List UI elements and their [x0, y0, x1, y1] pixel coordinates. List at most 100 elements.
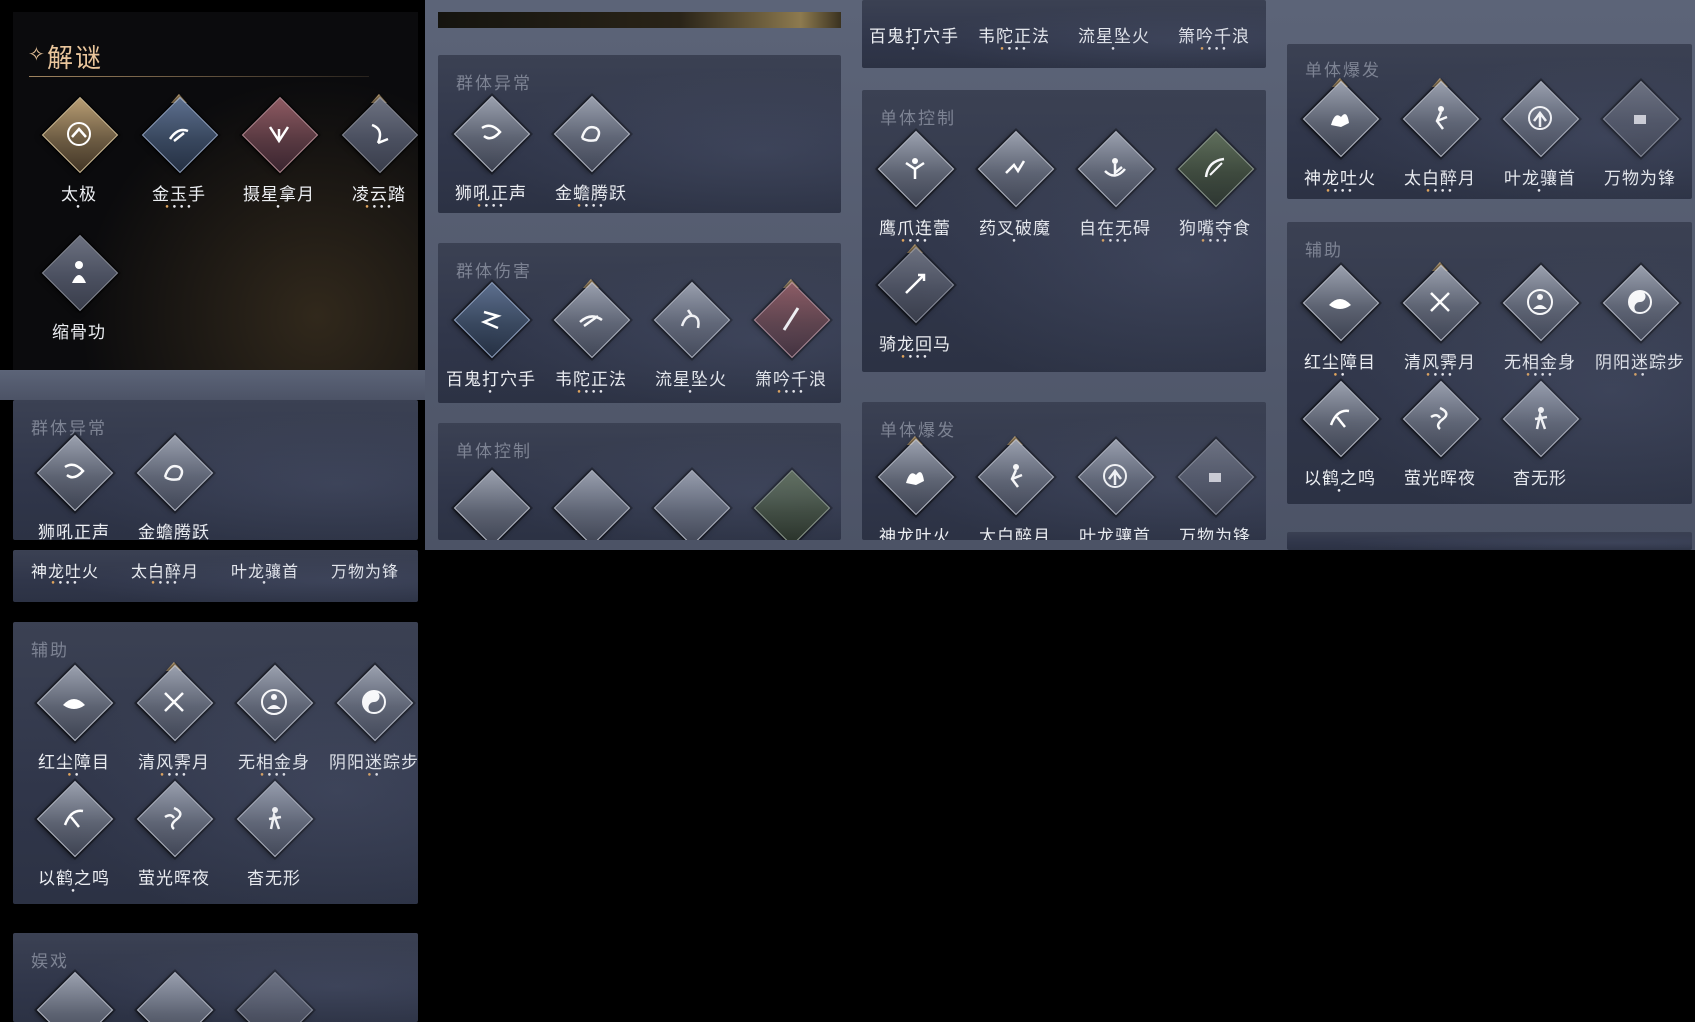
skill-frame [753, 469, 831, 540]
section-single-control: 单体控制 鹰爪连蕾 •••• 药叉破魔 • 自在无碍 •••• 狗嘴夺食 •••… [862, 90, 1266, 372]
drunk-figure-icon [989, 454, 1041, 498]
gold-banner [438, 12, 841, 28]
skill-level: • [275, 203, 283, 213]
drunk-figure-icon [1414, 96, 1466, 140]
skill-level: •••• [1325, 187, 1355, 197]
yin-yang-icon [348, 680, 400, 724]
slash-icon [1189, 146, 1241, 190]
dragon-fire-icon [889, 454, 941, 498]
skill-level: • [1011, 237, 1019, 247]
skill-name: 流星坠火 [1078, 27, 1150, 47]
section-next [1287, 532, 1692, 550]
skill-name: 狗嘴夺食 [1179, 219, 1251, 239]
section-title: 辅助 [1305, 241, 1343, 261]
skill-level: •••• [364, 203, 394, 213]
strike-icon [989, 146, 1041, 190]
skill-level: • [1110, 45, 1118, 55]
skill-name: 金蟾腾跃 [555, 184, 627, 204]
skill-name: 箫吟千浪 [1178, 27, 1250, 47]
skill-level: •••• [476, 202, 506, 212]
strip-dots-a: •••• [50, 579, 80, 589]
fist-icon [1514, 96, 1566, 140]
roar-icon [48, 450, 100, 494]
skill-name: 金蟾腾跃 [138, 523, 210, 540]
skill-frame [453, 469, 531, 540]
section-title: 群体伤害 [456, 262, 532, 282]
skill-name: 骑龙回马 [879, 335, 951, 355]
section-title: 娱戏 [31, 952, 69, 972]
skill-name: 万物为锋 [1179, 527, 1251, 540]
star-icon: ✧ [28, 42, 45, 66]
crane-icon [1314, 396, 1366, 440]
toad-icon [148, 450, 200, 494]
skill-name: 韦陀正法 [978, 27, 1050, 47]
shadow-figure-icon [1514, 396, 1566, 440]
body-icon [53, 250, 105, 294]
skill-name: 阴阳迷踪步 [1595, 353, 1685, 373]
skill-level: •••• [776, 388, 806, 398]
skill-name: 箫吟千浪 [755, 370, 827, 390]
skill-name: 缩骨功 [52, 323, 106, 343]
yin-yang-icon [1614, 280, 1666, 324]
skill-level: •••• [576, 202, 606, 212]
skill-level: •• [66, 771, 82, 781]
puzzle-panel: ✧ 解谜 太极 • 金玉手 •••• 摄星拿月 • 凌云踏 •••• 缩骨功 [13, 12, 418, 370]
staff-icon [565, 297, 617, 341]
fist-icon [1089, 454, 1141, 498]
skill-level: •••• [1525, 371, 1555, 381]
skill-frame [36, 971, 114, 1022]
taiji-icon [53, 112, 105, 156]
skill-level: •••• [1200, 237, 1230, 247]
section-title: 群体异常 [31, 419, 107, 439]
skill-name: 万物为锋 [1604, 169, 1676, 189]
palm-icon [153, 112, 205, 156]
skill-level: •• [366, 771, 382, 781]
skill-level: •••• [1199, 45, 1229, 55]
skill-name: 杳无形 [1513, 469, 1567, 489]
rider-icon [665, 297, 717, 341]
meditation-icon [248, 680, 300, 724]
lock-icon [1189, 454, 1241, 498]
section-single-burst-3: 单体爆发 神龙吐火 太白醉月 叶龙骧首 万物为锋 [862, 402, 1266, 540]
strip-label-d: 万物为锋 [330, 562, 399, 581]
skill-level: •••• [1100, 237, 1130, 247]
skill-level: • [70, 887, 78, 897]
skill-level: •••• [159, 771, 189, 781]
section-single-burst: 单体爆发 神龙吐火 •••• 太白醉月 •••• 叶龙骧首 • 万物为锋 [1287, 44, 1692, 199]
skill-name: 杳无形 [247, 869, 301, 889]
section-title: 群体异常 [456, 74, 532, 94]
swirl-icon [148, 796, 200, 840]
swirl-icon [1414, 396, 1466, 440]
skill-level: • [910, 45, 918, 55]
spear-icon [889, 262, 941, 306]
kick-icon [353, 112, 405, 156]
skill-frame [653, 469, 731, 540]
section-group-damage: 群体伤害 百鬼打穴手 • 韦陀正法 •••• 流星坠火 • 箫吟千浪 •••• [438, 243, 841, 403]
section-title: 单体控制 [456, 442, 532, 462]
lightning-icon [465, 297, 517, 341]
crane-icon [48, 796, 100, 840]
skill-level: • [1336, 487, 1344, 497]
toad-icon [565, 111, 617, 155]
puzzle-title: 解谜 [47, 44, 104, 74]
crossed-blades-icon [1414, 280, 1466, 324]
dust-icon [48, 680, 100, 724]
shadow-figure-icon [248, 796, 300, 840]
dragon-fire-icon [1314, 96, 1366, 140]
skill-level: • [487, 388, 495, 398]
section-single-control-2: 单体控制 [438, 423, 841, 540]
divider-band [0, 370, 425, 400]
skill-frame [553, 469, 631, 540]
skill-level: •••• [1425, 371, 1455, 381]
burst-strip: 神龙吐火 太白醉月 叶龙骧首 万物为锋 •••• •••• • [13, 550, 418, 602]
skill-name: 百鬼打穴手 [869, 27, 959, 47]
strip-dots-c: • [261, 579, 269, 589]
section-support-left: 辅助 红尘障目 •• 清风霁月 •••• 无相金身 •••• 阴阳迷踪步 •• … [13, 622, 418, 904]
section-group-abnormal: 群体异常 狮吼正声 金蟾腾跃 [13, 400, 418, 540]
skill-level: •• [1632, 371, 1648, 381]
meditation-icon [1514, 280, 1566, 324]
skill-level: •••• [999, 45, 1029, 55]
skill-level: •••• [900, 353, 930, 363]
skill-level: •••• [576, 388, 606, 398]
skill-level: • [687, 388, 695, 398]
